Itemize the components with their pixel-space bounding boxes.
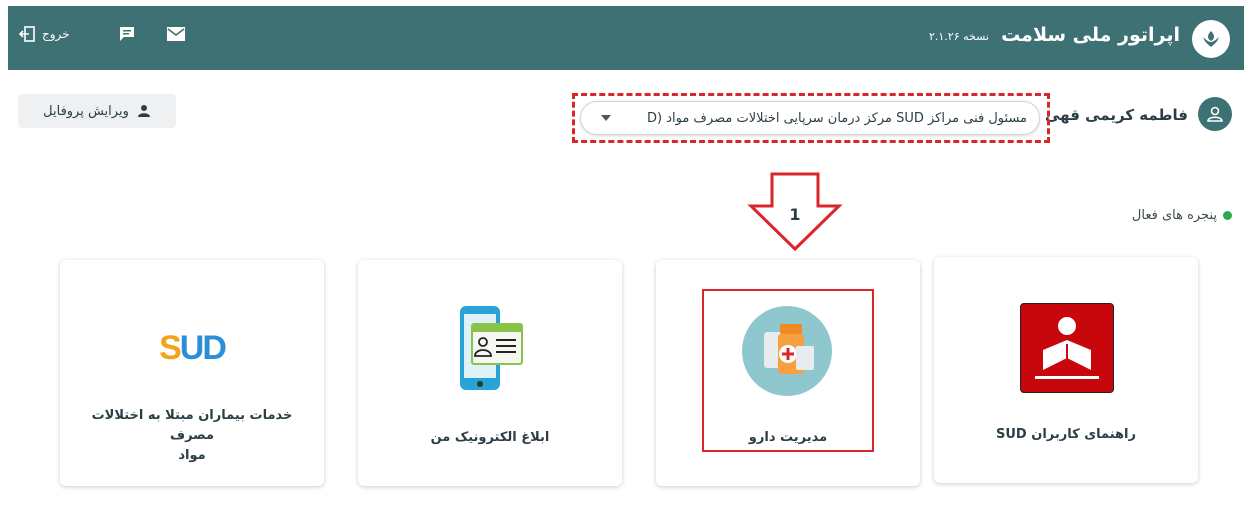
edit-profile-label: ویرایش پروفایل [43, 103, 129, 119]
app-version: نسخه ۲.۱.۲۶ [928, 30, 989, 43]
user-icon [1207, 106, 1223, 122]
card-electronic-notice[interactable]: ابلاغ الکترونیک من [358, 260, 622, 486]
logout-button[interactable]: خروج [18, 20, 70, 48]
top-header: اپراتور ملی سلامت نسخه ۲.۱.۲۶ خروج [8, 6, 1244, 70]
card-sud-guide-label: راهنمای کاربران SUD [996, 427, 1136, 442]
edit-profile-button[interactable]: ویرایش پروفایل [18, 94, 176, 128]
card-sud-services-label: خدمات بیماران مبتلا به اختلالات مصرف موا… [91, 408, 293, 463]
annotation-arrow: 1 [747, 172, 843, 252]
user-avatar[interactable] [1198, 97, 1232, 131]
card-sud-guide[interactable]: راهنمای کاربران SUD [934, 257, 1198, 483]
app-title: اپراتور ملی سلامت [1001, 24, 1180, 46]
phone-contact-icon [456, 304, 526, 394]
message-icon [120, 27, 134, 41]
active-dot-icon [1223, 211, 1232, 220]
messages-button[interactable] [118, 20, 136, 48]
card-highlight-frame [702, 289, 874, 452]
mail-button[interactable] [166, 20, 186, 48]
person-icon [137, 105, 150, 117]
card-electronic-notice-label: ابلاغ الکترونیک من [430, 430, 550, 445]
reading-person-icon [1020, 303, 1114, 393]
role-select[interactable]: مسئول فنی مراکز SUD مرکز درمان سرپایی اخ… [580, 101, 1040, 135]
sud-logo: SUD [146, 302, 238, 394]
logout-icon [18, 26, 35, 42]
user-name: فاطمه کریمی قهی [1045, 106, 1188, 124]
role-select-value: مسئول فنی مراکز SUD مرکز درمان سرپایی اخ… [647, 110, 1027, 126]
mail-icon [167, 27, 185, 41]
logout-label: خروج [42, 27, 70, 41]
active-windows-label: پنجره های فعال [1132, 208, 1232, 223]
annotation-step-number: 1 [789, 205, 800, 224]
card-sud-services[interactable]: SUD خدمات بیماران مبتلا به اختلالات مصرف… [60, 260, 324, 486]
chevron-down-icon [601, 115, 611, 121]
brand-logo-icon [1192, 20, 1230, 58]
